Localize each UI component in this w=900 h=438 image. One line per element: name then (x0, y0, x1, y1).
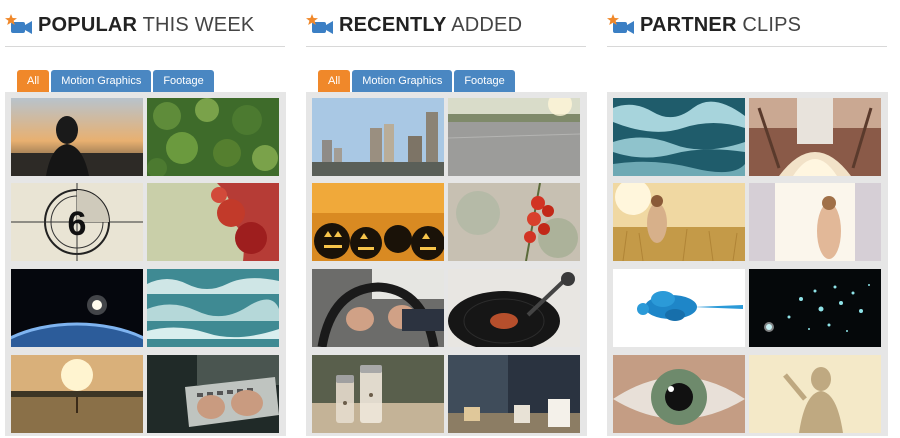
thumbnail-woman-window[interactable] (749, 183, 881, 261)
thumbnail-road-driving[interactable] (448, 98, 580, 176)
column-heading: PARTNER CLIPS (607, 10, 887, 40)
video-camera-star-icon (607, 14, 635, 36)
thumbnail-sunset-field[interactable] (11, 355, 143, 433)
heading-light: THIS WEEK (142, 13, 255, 36)
thumbnail-rocket-launch[interactable] (749, 98, 881, 176)
thumbnail-salt-pepper[interactable] (312, 355, 444, 433)
thumbnail-person-sunset[interactable] (11, 98, 143, 176)
partner-clips-column: PARTNER CLIPS (607, 0, 888, 438)
thumbnail-silhouette[interactable] (749, 355, 881, 433)
thumbnail-woman-wheat-field[interactable] (613, 183, 745, 261)
thumbnail-blue-ink-splash[interactable] (613, 269, 745, 347)
heading-strong: RECENTLY (339, 13, 447, 36)
tab-motion-graphics[interactable]: Motion Graphics (51, 70, 152, 92)
thumbnail-ocean-waves[interactable] (147, 269, 279, 347)
thumbnail-steering-wheel[interactable] (312, 269, 444, 347)
recently-added-column: RECENTLY ADDED All Motion Graphics Foota… (306, 0, 587, 438)
video-camera-star-icon (306, 14, 334, 36)
thumbnail-particles[interactable] (749, 269, 881, 347)
popular-column: POPULAR THIS WEEK All Motion Graphics Fo… (5, 0, 286, 438)
thumbnail-ocean-aerial[interactable] (613, 98, 745, 176)
thumbnail-earth-space[interactable] (11, 269, 143, 347)
svg-text:6: 6 (68, 205, 87, 243)
heading-strong: POPULAR (38, 13, 138, 36)
divider (306, 46, 586, 47)
tab-footage[interactable]: Footage (454, 70, 515, 92)
thumbnail-film-countdown[interactable]: 6 (11, 183, 143, 261)
divider (607, 46, 887, 47)
thumbnail-grid (306, 92, 587, 436)
thumbnail-eye-closeup[interactable] (613, 355, 745, 433)
thumbnail-city-skyline[interactable] (312, 98, 444, 176)
thumbnail-jack-o-lanterns[interactable] (312, 183, 444, 261)
thumbnail-red-ink[interactable] (147, 183, 279, 261)
thumbnail-grid: 6 (5, 92, 286, 436)
heading-strong: PARTNER (640, 13, 737, 36)
tab-all[interactable]: All (17, 70, 50, 92)
column-heading: RECENTLY ADDED (306, 10, 586, 40)
thumbnail-vinyl-record[interactable] (448, 269, 580, 347)
divider (5, 46, 285, 47)
video-camera-star-icon (5, 14, 33, 36)
tab-footage[interactable]: Footage (153, 70, 214, 92)
tab-motion-graphics[interactable]: Motion Graphics (352, 70, 453, 92)
heading-light: CLIPS (742, 13, 802, 36)
thumbnail-red-berries[interactable] (448, 183, 580, 261)
thumbnail-grid (607, 92, 888, 436)
column-heading: POPULAR THIS WEEK (5, 10, 285, 40)
thumbnail-cafe-cups[interactable] (448, 355, 580, 433)
filter-tabs: All Motion Graphics Footage (318, 70, 515, 92)
thumbnail-pine-forest[interactable] (147, 98, 279, 176)
thumbnail-hands-typing[interactable] (147, 355, 279, 433)
tab-all[interactable]: All (318, 70, 351, 92)
filter-tabs: All Motion Graphics Footage (17, 70, 214, 92)
heading-light: ADDED (451, 13, 523, 36)
